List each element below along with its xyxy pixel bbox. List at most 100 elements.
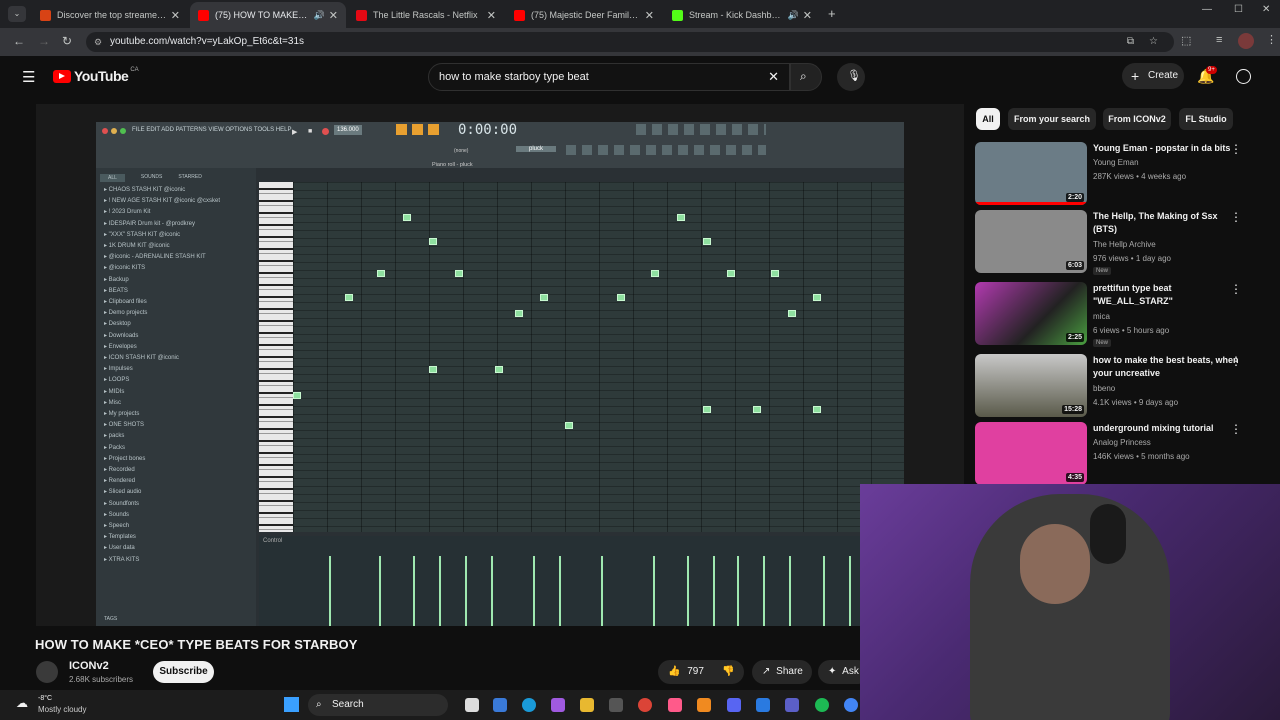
video-thumbnail[interactable]: 4:35: [975, 422, 1087, 485]
app-icon[interactable]: [609, 698, 623, 712]
browser-tab[interactable]: (75) Majestic Deer Family in For ✕: [506, 2, 662, 28]
midi-note[interactable]: [727, 270, 735, 277]
close-icon[interactable]: ✕: [171, 9, 180, 22]
browser-folder-item[interactable]: ▸ Impulses: [104, 365, 133, 372]
velocity-bar[interactable]: [653, 556, 655, 626]
hamburger-menu-icon[interactable]: ☰: [22, 68, 35, 86]
chrome-icon-2[interactable]: [844, 698, 858, 712]
browser-folder-item[interactable]: ▸ Sounds: [104, 511, 129, 518]
velocity-bar[interactable]: [439, 556, 441, 626]
pluck-dropdown[interactable]: pluck: [516, 146, 556, 152]
browser-folder-item[interactable]: ▸ IDESPAIR Drum kit - @prodkrey: [104, 220, 195, 227]
search-input[interactable]: how to make starboy type beat ✕: [428, 63, 790, 91]
snipping-icon[interactable]: [668, 698, 682, 712]
midi-note[interactable]: [293, 392, 301, 399]
minimize-icon[interactable]: —: [1202, 4, 1212, 15]
browser-tab-starred[interactable]: STARRED: [178, 174, 202, 182]
midi-note[interactable]: [429, 366, 437, 373]
midi-note[interactable]: [703, 406, 711, 413]
midi-note[interactable]: [515, 310, 523, 317]
midi-note[interactable]: [771, 270, 779, 277]
stop-button[interactable]: ■: [308, 128, 312, 135]
search-button[interactable]: ⌕: [790, 63, 822, 91]
browser-folder-item[interactable]: ▸ Recorded: [104, 466, 135, 473]
browser-folder-item[interactable]: ▸ Project bones: [104, 455, 145, 462]
midi-note[interactable]: [540, 294, 548, 301]
browser-folder-item[interactable]: ▸ XTRA KITS: [104, 556, 139, 563]
back-icon[interactable]: ←: [13, 34, 25, 48]
chip-fl-studio[interactable]: FL Studio: [1179, 108, 1233, 130]
video-thumbnail[interactable]: 15:28: [975, 354, 1087, 417]
reload-icon[interactable]: ↻: [62, 34, 72, 48]
browser-folder-item[interactable]: ▸ ! NEW AGE STASH KIT @iconic @cxsket: [104, 197, 220, 204]
more-options-icon[interactable]: ⋮: [1230, 142, 1242, 156]
browser-folder-item[interactable]: ▸ CHAOS STASH KIT @iconic: [104, 186, 185, 193]
velocity-bar[interactable]: [789, 556, 791, 626]
file-explorer-icon[interactable]: [580, 698, 594, 712]
midi-note[interactable]: [677, 214, 685, 221]
browser-folder-item[interactable]: ▸ @iconic KITS: [104, 264, 145, 271]
browser-folder-item[interactable]: ▸ Misc: [104, 399, 121, 406]
blue-app-icon[interactable]: [756, 698, 770, 712]
browser-tab-sounds[interactable]: SOUNDS: [141, 174, 162, 182]
browser-folder-item[interactable]: ▸ Packs: [104, 444, 125, 451]
chip-from-your-search[interactable]: From your search: [1008, 108, 1096, 130]
browser-folder-item[interactable]: ▸ packs: [104, 432, 124, 439]
weather-icon[interactable]: ☁: [16, 696, 28, 710]
browser-tab[interactable]: Stream - Kick Dashboard 🔊 ✕: [664, 2, 820, 28]
transport-orange-3[interactable]: [428, 124, 439, 135]
midi-note[interactable]: [617, 294, 625, 301]
fl-studio-icon[interactable]: [697, 698, 711, 712]
transport-orange-2[interactable]: [412, 124, 423, 135]
velocity-bar[interactable]: [713, 556, 715, 626]
velocity-bar[interactable]: [379, 556, 381, 626]
preset-dropdown[interactable]: (none): [454, 148, 468, 154]
midi-note[interactable]: [813, 294, 821, 301]
browser-folder-item[interactable]: ▸ ! 2023 Drum Kit: [104, 208, 150, 215]
piano-roll-grid[interactable]: [293, 182, 904, 532]
address-bar[interactable]: ⚙ youtube.com/watch?v=yLakOp_Et6c&t=31s ⧉…: [86, 32, 1174, 52]
browser-folder-item[interactable]: ▸ 1K DRUM KIT @iconic: [104, 242, 170, 249]
copilot-icon[interactable]: [551, 698, 565, 712]
menu-kebab-icon[interactable]: ⋮: [1266, 33, 1277, 46]
teams-icon[interactable]: [785, 698, 799, 712]
more-options-icon[interactable]: ⋮: [1230, 282, 1242, 296]
bookmark-star-icon[interactable]: ☆: [1149, 32, 1158, 52]
account-avatar[interactable]: [1236, 69, 1251, 84]
midi-note[interactable]: [403, 214, 411, 221]
more-options-icon[interactable]: ⋮: [1230, 422, 1242, 436]
fl-tool-icons[interactable]: [566, 145, 766, 155]
browser-folder-item[interactable]: ▸ Demo projects: [104, 309, 147, 316]
velocity-bar[interactable]: [763, 556, 765, 626]
browser-folder-item[interactable]: ▸ Soundfonts: [104, 500, 139, 507]
record-button[interactable]: [322, 128, 329, 135]
create-button[interactable]: + Create: [1122, 63, 1184, 89]
transport-orange-1[interactable]: [396, 124, 407, 135]
velocity-bar[interactable]: [737, 556, 739, 626]
browser-folder-item[interactable]: ▸ ICON STASH KIT @iconic: [104, 354, 179, 361]
clear-search-icon[interactable]: ✕: [768, 64, 779, 90]
browser-folder-item[interactable]: ▸ User data: [104, 544, 135, 551]
midi-note[interactable]: [753, 406, 761, 413]
recommended-video[interactable]: 4:35 underground mixing tutorial Analog …: [975, 422, 1260, 486]
browser-tabs[interactable]: ALL SOUNDS STARRED: [100, 174, 202, 182]
browser-folder-item[interactable]: ▸ Desktop: [104, 320, 131, 327]
midi-note[interactable]: [455, 270, 463, 277]
velocity-bar[interactable]: [491, 556, 493, 626]
video-thumbnail[interactable]: 2:25: [975, 282, 1087, 345]
velocity-bar[interactable]: [413, 556, 415, 626]
fl-menu-bar[interactable]: FILE EDIT ADD PATTERNS VIEW OPTIONS TOOL…: [132, 127, 291, 133]
video-player[interactable]: FILE EDIT ADD PATTERNS VIEW OPTIONS TOOL…: [36, 104, 964, 626]
video-thumbnail[interactable]: 6:03: [975, 210, 1087, 273]
task-view-icon[interactable]: [465, 698, 479, 712]
velocity-bar[interactable]: [465, 556, 467, 626]
whiteboard-icon[interactable]: [493, 698, 507, 712]
midi-note[interactable]: [703, 238, 711, 245]
play-button[interactable]: ▶: [292, 128, 297, 136]
midi-note[interactable]: [813, 406, 821, 413]
midi-note[interactable]: [565, 422, 573, 429]
tab-search-icon[interactable]: ⌄: [8, 6, 26, 22]
extensions-icon[interactable]: ⬚: [1181, 34, 1191, 47]
browser-folder-item[interactable]: ▸ My projects: [104, 410, 139, 417]
browser-tab-all[interactable]: ALL: [100, 174, 125, 182]
